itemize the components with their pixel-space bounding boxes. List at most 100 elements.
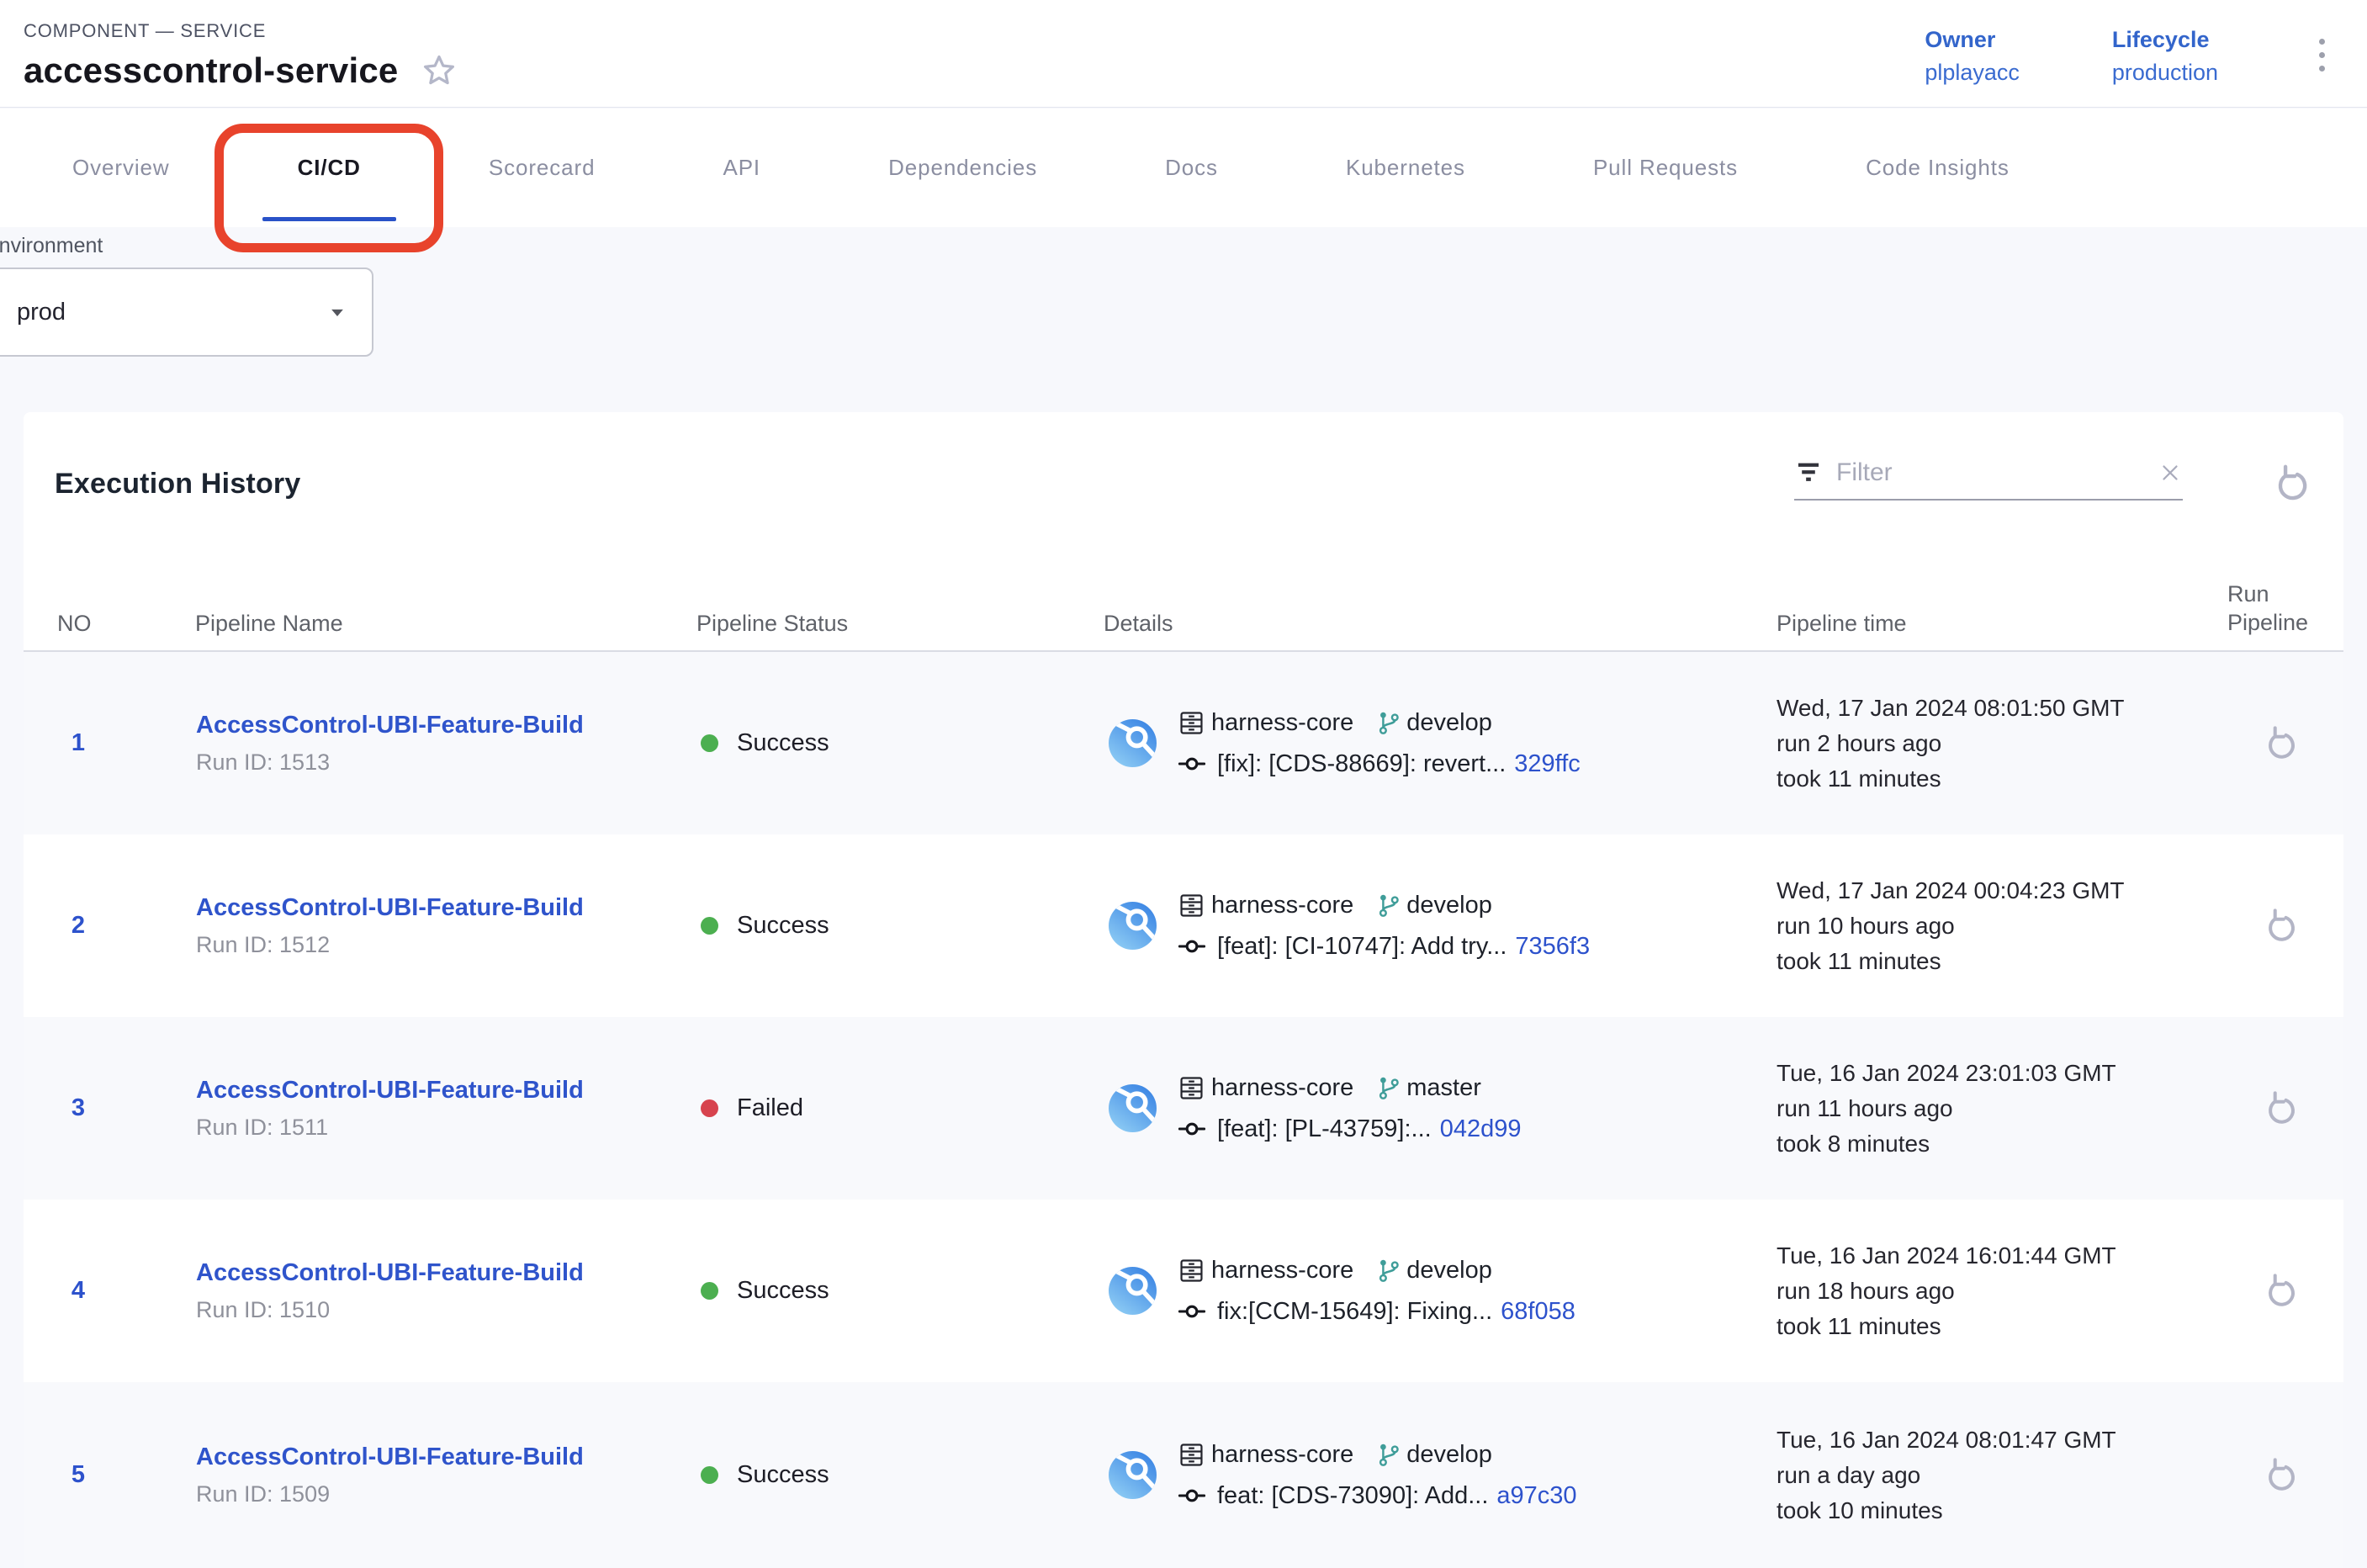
run-pipeline-button[interactable]	[2262, 1089, 2301, 1128]
table-row: 2 AccessControl-UBI-Feature-Build Run ID…	[24, 834, 2343, 1017]
commit-hash-link[interactable]: 68f058	[1501, 1298, 1575, 1326]
col-header-pipeline-status: Pipeline Status	[696, 611, 848, 637]
row-number: 2	[53, 834, 103, 1017]
environment-selected-value: prod	[17, 299, 66, 326]
repo-name: harness-core	[1211, 892, 1353, 919]
refresh-icon[interactable]	[2271, 463, 2313, 505]
branch-name: master	[1406, 1074, 1481, 1102]
pipeline-name-link[interactable]: AccessControl-UBI-Feature-Build	[196, 1444, 584, 1471]
status-dot	[701, 1466, 718, 1484]
repo-icon	[1178, 1258, 1205, 1284]
tab-overview[interactable]: Overview	[34, 109, 209, 227]
environment-select[interactable]: prod	[0, 268, 373, 357]
table-body: 1 AccessControl-UBI-Feature-Build Run ID…	[24, 652, 2343, 1568]
col-header-no: NO	[57, 611, 92, 637]
run-id: Run ID: 1509	[196, 1481, 330, 1507]
pipeline-name-link[interactable]: AccessControl-UBI-Feature-Build	[196, 1077, 584, 1104]
tab-cicd[interactable]: CI/CD	[259, 109, 400, 227]
pipeline-name-link[interactable]: AccessControl-UBI-Feature-Build	[196, 712, 584, 739]
status-label: Failed	[737, 1094, 803, 1122]
pipeline-name-link[interactable]: AccessControl-UBI-Feature-Build	[196, 1259, 584, 1287]
clear-filter-icon[interactable]	[2158, 460, 2183, 485]
pipeline-harness-icon	[1109, 719, 1157, 767]
git-commit-icon	[1178, 1298, 1205, 1325]
tab-kubernetes[interactable]: Kubernetes	[1307, 109, 1504, 227]
col-header-run-pipeline: Run Pipeline	[2227, 580, 2337, 637]
run-pipeline-button[interactable]	[2262, 1456, 2301, 1495]
run-pipeline-button[interactable]	[2262, 1272, 2301, 1311]
branch-name: develop	[1406, 1441, 1492, 1469]
git-branch-icon	[1375, 1258, 1401, 1284]
page-header: COMPONENT — SERVICE accesscontrol-servic…	[0, 0, 2367, 108]
git-commit-icon	[1178, 1115, 1205, 1142]
tab-docs[interactable]: Docs	[1126, 109, 1257, 227]
commit-hash-link[interactable]: 042d99	[1440, 1115, 1522, 1143]
status-dot	[701, 1282, 718, 1300]
branch-name: develop	[1406, 1257, 1492, 1285]
commit-hash-link[interactable]: a97c30	[1496, 1482, 1576, 1510]
pipeline-time: Wed, 17 Jan 2024 08:01:50 GMTrun 2 hours…	[1777, 652, 2125, 834]
commit-hash-link[interactable]: 329ffc	[1514, 750, 1580, 778]
tab-dependencies[interactable]: Dependencies	[850, 109, 1076, 227]
favorite-star-icon[interactable]	[420, 51, 458, 90]
status-dot	[701, 1099, 718, 1117]
row-number: 5	[53, 1382, 103, 1568]
git-branch-icon	[1375, 710, 1401, 736]
status-label: Success	[737, 1277, 829, 1305]
repo-icon	[1178, 893, 1205, 919]
row-number: 1	[53, 652, 103, 834]
status-label: Success	[737, 729, 829, 757]
commit-message: feat: [CDS-73090]: Add...	[1217, 1482, 1488, 1510]
row-number: 4	[53, 1200, 103, 1382]
filter-input[interactable]	[1836, 458, 2144, 487]
tab-code-insights[interactable]: Code Insights	[1827, 109, 2048, 227]
col-header-pipeline-time: Pipeline time	[1777, 611, 1907, 637]
table-header: NO Pipeline Name Pipeline Status Details…	[24, 547, 2343, 652]
commit-hash-link[interactable]: 7356f3	[1515, 933, 1590, 961]
repo-icon	[1178, 1075, 1205, 1101]
lifecycle-meta: Lifecycle production	[2112, 27, 2218, 86]
repo-name: harness-core	[1211, 709, 1353, 737]
run-pipeline-button[interactable]	[2262, 907, 2301, 946]
filter-bar	[1794, 458, 2183, 501]
repo-name: harness-core	[1211, 1074, 1353, 1102]
run-pipeline-button[interactable]	[2262, 724, 2301, 763]
run-id: Run ID: 1513	[196, 750, 330, 776]
owner-link[interactable]: plplayacc	[1925, 60, 2020, 86]
tab-api[interactable]: API	[684, 109, 799, 227]
lifecycle-label: Lifecycle	[2112, 27, 2218, 53]
tab-scorecard[interactable]: Scorecard	[450, 109, 634, 227]
git-commit-icon	[1178, 933, 1205, 960]
pipeline-time: Wed, 17 Jan 2024 00:04:23 GMTrun 10 hour…	[1777, 834, 2125, 1017]
repo-name: harness-core	[1211, 1257, 1353, 1285]
pipeline-time: Tue, 16 Jan 2024 16:01:44 GMTrun 18 hour…	[1777, 1200, 2116, 1382]
table-row: 1 AccessControl-UBI-Feature-Build Run ID…	[24, 652, 2343, 834]
pipeline-harness-icon	[1109, 1267, 1157, 1315]
panel-title: Execution History	[55, 468, 300, 501]
branch-name: develop	[1406, 892, 1492, 919]
pipeline-harness-icon	[1109, 1084, 1157, 1132]
lifecycle-value: production	[2112, 60, 2218, 86]
run-id: Run ID: 1510	[196, 1297, 330, 1323]
commit-message: fix:[CCM-15649]: Fixing...	[1217, 1298, 1492, 1326]
pipeline-time: Tue, 16 Jan 2024 23:01:03 GMTrun 11 hour…	[1777, 1017, 2116, 1200]
git-commit-icon	[1178, 750, 1205, 777]
run-id: Run ID: 1512	[196, 932, 330, 958]
status-label: Success	[737, 912, 829, 940]
tab-pull-requests[interactable]: Pull Requests	[1554, 109, 1777, 227]
tabs-bar: Overview CI/CD Scorecard API Dependencie…	[0, 109, 2367, 227]
repo-icon	[1178, 710, 1205, 736]
commit-message: [feat]: [CI-10747]: Add try...	[1217, 933, 1507, 961]
branch-name: develop	[1406, 709, 1492, 737]
repo-name: harness-core	[1211, 1441, 1353, 1469]
git-branch-icon	[1375, 1442, 1401, 1468]
pipeline-name-link[interactable]: AccessControl-UBI-Feature-Build	[196, 894, 584, 922]
git-branch-icon	[1375, 893, 1401, 919]
status-dot	[701, 734, 718, 752]
page-title: accesscontrol-service	[24, 50, 398, 91]
table-row: 4 AccessControl-UBI-Feature-Build Run ID…	[24, 1200, 2343, 1382]
table-row: 3 AccessControl-UBI-Feature-Build Run ID…	[24, 1017, 2343, 1200]
more-options-kebab-icon[interactable]	[2311, 27, 2333, 83]
run-id: Run ID: 1511	[196, 1115, 328, 1141]
col-header-details: Details	[1104, 611, 1173, 637]
